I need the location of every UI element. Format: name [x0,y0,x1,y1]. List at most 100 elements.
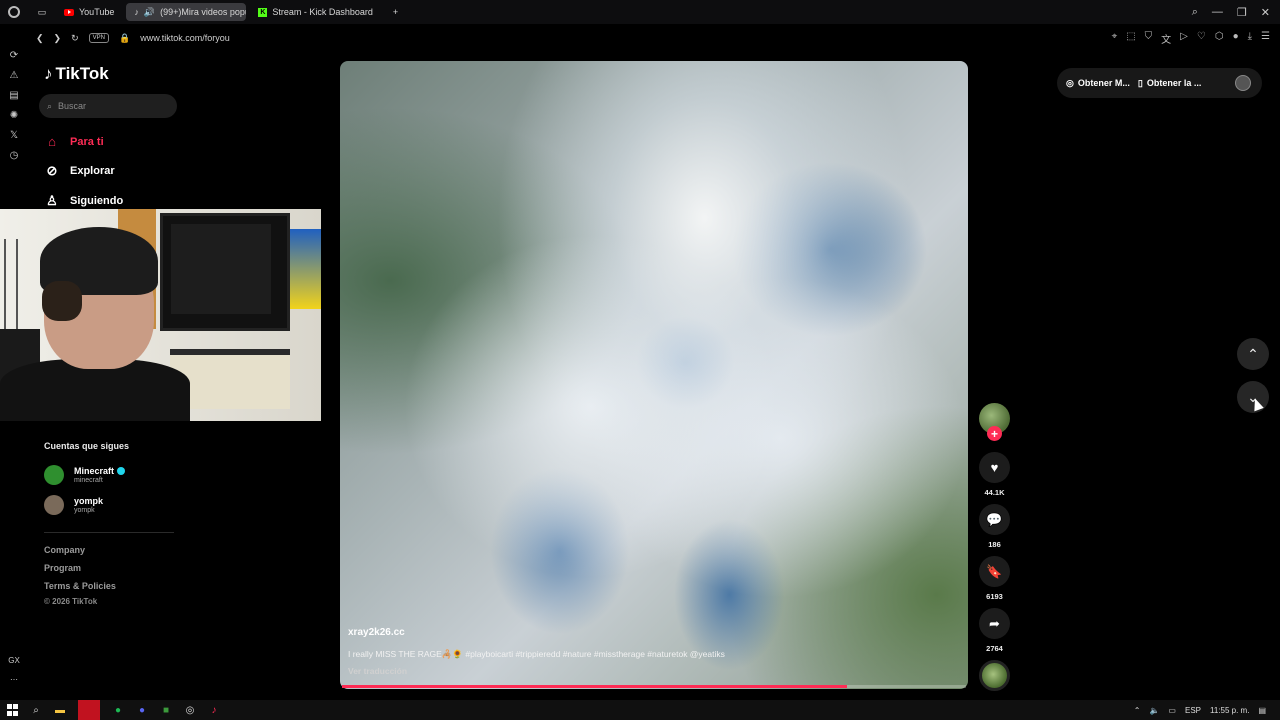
nav-label: Siguiendo [70,195,124,207]
get-coins-label: Obtener M... [1077,78,1130,88]
lock-icon: 🔒 [118,32,131,43]
browser-tab-bar: ▭ YouTube ♪ 🔊 (99+)Mira videos popu K St… [0,0,1280,24]
language-indicator[interactable]: ESP [1185,706,1201,715]
account-handle: minecraft [74,476,103,484]
extensions-icon[interactable]: ⬡ [1215,31,1224,46]
new-tab-button[interactable]: + [385,3,406,21]
search-placeholder: Buscar [58,101,87,111]
windows-taskbar: ⌕ ▬ ● ● ■ ◎ ♪ ⌃ 🔈 ▭ ESP 11:55 p. m. ▤ [0,700,1280,720]
gallery-icon[interactable]: ▤ [9,90,18,101]
windows-start-icon[interactable] [6,704,18,716]
speaker-icon[interactable]: 🔊 [144,7,155,18]
chatgpt-icon[interactable]: ✺ [10,110,18,121]
opera-taskbar-icon[interactable]: ◎ [184,704,196,716]
clock[interactable]: 11:55 p. m. [1210,706,1249,715]
verified-icon [117,467,126,476]
save-count: 6193 [986,592,1003,601]
x-icon[interactable]: 𝕏 [10,130,18,141]
minecraft-icon[interactable]: ■ [160,704,172,716]
search-icon: ⌕ [47,100,53,111]
shield-icon[interactable]: ⛉ [1145,31,1153,46]
account-yompk[interactable]: yompk yompk [44,495,103,515]
profile-icon[interactable]: ● [1233,31,1239,46]
obs-app-icon[interactable] [78,700,100,720]
aria-icon[interactable]: ⚠ [10,70,19,81]
more-icon[interactable]: ⋯ [10,675,18,684]
account-name: yompk [74,495,104,506]
snapshot-icon[interactable]: ⬚ [1126,31,1135,46]
tiktok-taskbar-icon[interactable]: ♪ [208,704,220,716]
avatar [44,465,64,485]
network-icon[interactable]: ▭ [1168,706,1176,715]
search-tabs-icon[interactable]: ⌕ [1192,6,1198,19]
close-icon[interactable]: ✕ [1261,6,1270,19]
get-coins-button[interactable]: ◎ Obtener M... [1066,78,1130,89]
footer-program[interactable]: Program [44,563,81,573]
notifications-icon[interactable]: ▤ [1258,706,1266,715]
tab-label: Stream - Kick Dashboard [272,7,373,17]
gx-label[interactable]: GX [8,656,20,665]
vpn-badge[interactable]: VPN [88,33,109,43]
account-minecraft[interactable]: Minecraft minecraft [44,465,126,485]
divider [44,532,174,533]
tiktok-logo[interactable]: ♪ TikTok [44,64,109,84]
spotify-icon[interactable]: ● [112,704,124,716]
follow-button[interactable]: + [987,426,1002,441]
opera-logo-icon[interactable] [0,6,28,18]
file-explorer-icon[interactable]: ▬ [54,704,66,716]
nav-explorar[interactable]: ⊘ Explorar [44,163,115,179]
like-count: 44.1K [984,488,1005,497]
nav-para-ti[interactable]: ⌂ Para ti [44,134,104,149]
tab-youtube[interactable]: YouTube [56,3,122,21]
profile-avatar[interactable] [1235,75,1251,91]
history-icon[interactable]: ◷ [10,150,19,161]
favorite-icon[interactable]: ♡ [1197,31,1206,46]
back-icon[interactable]: ❮ [36,33,44,44]
minimize-icon[interactable]: — [1212,6,1223,19]
volume-icon[interactable]: 🔈 [1149,706,1159,715]
download-icon[interactable]: ⤓ [1248,31,1252,46]
video-player[interactable] [340,61,968,689]
comment-button[interactable]: 💬 186 [979,504,1010,549]
translate-link[interactable]: Ver traducción [348,666,407,676]
video-progress-bar[interactable] [342,685,966,688]
kick-icon: K [258,7,268,17]
compass-icon: ⊘ [46,163,58,178]
save-button[interactable]: 🔖 6193 [979,556,1010,601]
pin-icon[interactable]: ⌖ [1112,31,1118,46]
url-field[interactable]: www.tiktok.com/foryou [140,33,230,43]
video-username[interactable]: xray2k26.cc [348,627,405,638]
translate-icon[interactable]: 文 [1161,31,1171,46]
tab-label: (99+)Mira videos popu [160,7,247,17]
comment-count: 186 [988,540,1001,549]
tab-label: YouTube [79,7,115,17]
refresh-icon[interactable]: ⟳ [10,50,18,61]
search-input[interactable]: ⌕ Buscar [39,94,177,118]
footer-company[interactable]: Company [44,545,85,555]
player-icon[interactable]: ▷ [1180,31,1188,46]
share-button[interactable]: ➦ 2764 [979,608,1010,653]
share-count: 2764 [986,644,1003,653]
tab-tiktok[interactable]: ♪ 🔊 (99+)Mira videos popu [126,3,247,21]
restore-icon[interactable]: ❐ [1237,6,1247,19]
home-icon: ⌂ [48,134,56,149]
avatar [44,495,64,515]
address-bar: ❮ ❯ ↻ VPN 🔒 www.tiktok.com/foryou ⌖ ⬚ ⛉ … [28,26,1280,50]
search-taskbar-icon[interactable]: ⌕ [30,704,42,716]
reload-icon[interactable]: ↻ [71,33,79,44]
music-disc[interactable] [979,660,1010,691]
discord-icon[interactable]: ● [136,704,148,716]
footer-terms[interactable]: Terms & Policies [44,581,116,591]
get-app-button[interactable]: ▯ Obtener la ... [1138,78,1201,89]
copyright: © 2026 TikTok [44,597,98,606]
nav-siguiendo[interactable]: ♙ Siguiendo [44,193,123,209]
get-app-label: Obtener la ... [1146,78,1202,88]
workspaces-icon[interactable]: ▭ [28,7,56,18]
youtube-icon [64,8,74,16]
previous-video-button[interactable]: ⌃ [1237,338,1269,370]
tab-kick[interactable]: K Stream - Kick Dashboard [250,3,381,21]
forward-icon[interactable]: ❯ [54,33,62,44]
like-button[interactable]: ♥ 44.1K [979,452,1010,497]
chevron-up-tray-icon[interactable]: ⌃ [1134,706,1141,715]
menu-icon[interactable]: ☰ [1261,31,1270,46]
